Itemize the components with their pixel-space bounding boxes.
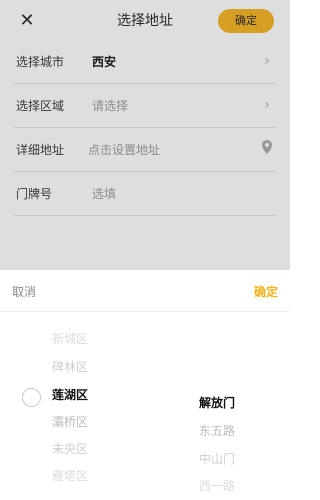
picker-cancel-button[interactable]: 取消 (12, 283, 36, 300)
district-option[interactable]: 雁塔区 (52, 467, 88, 484)
district-picker-sheet: 取消 确定 新城区 碑林区 莲湖区 灞桥区 未央区 雁塔区 解放门 东五路 中山… (0, 270, 290, 500)
address-placeholder: 点击设置地址 (88, 143, 161, 157)
navbar: ✕ 选择地址 确定 (0, 0, 290, 42)
door-number-row[interactable]: 门牌号 选填 (14, 172, 276, 216)
city-value: 西安 (92, 55, 117, 69)
district-option[interactable]: 灞桥区 (52, 413, 88, 430)
city-label: 选择城市 (16, 55, 65, 69)
location-pin-icon[interactable] (260, 140, 274, 158)
city-row[interactable]: 选择城市 西安 › (14, 40, 276, 84)
confirm-button[interactable]: 确定 (218, 9, 274, 33)
location-pin-icon-svg (262, 140, 272, 154)
district-option[interactable]: 未央区 (52, 440, 88, 457)
area-placeholder: 请选择 (92, 99, 129, 113)
district-option-selected[interactable]: 莲湖区 (52, 386, 88, 403)
picker-confirm-button[interactable]: 确定 (254, 283, 278, 300)
street-option[interactable]: 中山门 (199, 450, 235, 467)
street-option[interactable]: 东五路 (199, 422, 235, 439)
district-option[interactable]: 碑林区 (52, 358, 88, 375)
door-number-label: 门牌号 (16, 187, 53, 201)
chevron-right-icon: › (264, 53, 270, 69)
street-option[interactable]: 西一路 (199, 477, 235, 494)
area-row[interactable]: 选择区域 请选择 › (14, 84, 276, 128)
street-option-selected[interactable]: 解放门 (199, 394, 235, 411)
address-label: 详细地址 (16, 143, 65, 157)
chevron-right-icon: › (264, 97, 270, 113)
door-number-input[interactable]: 选填 (92, 185, 116, 202)
address-row[interactable]: 详细地址 点击设置地址 (14, 128, 276, 172)
picker-header: 取消 确定 (0, 270, 290, 312)
area-label: 选择区域 (16, 99, 65, 113)
radio-button[interactable] (22, 388, 41, 407)
district-option[interactable]: 新城区 (52, 330, 88, 347)
